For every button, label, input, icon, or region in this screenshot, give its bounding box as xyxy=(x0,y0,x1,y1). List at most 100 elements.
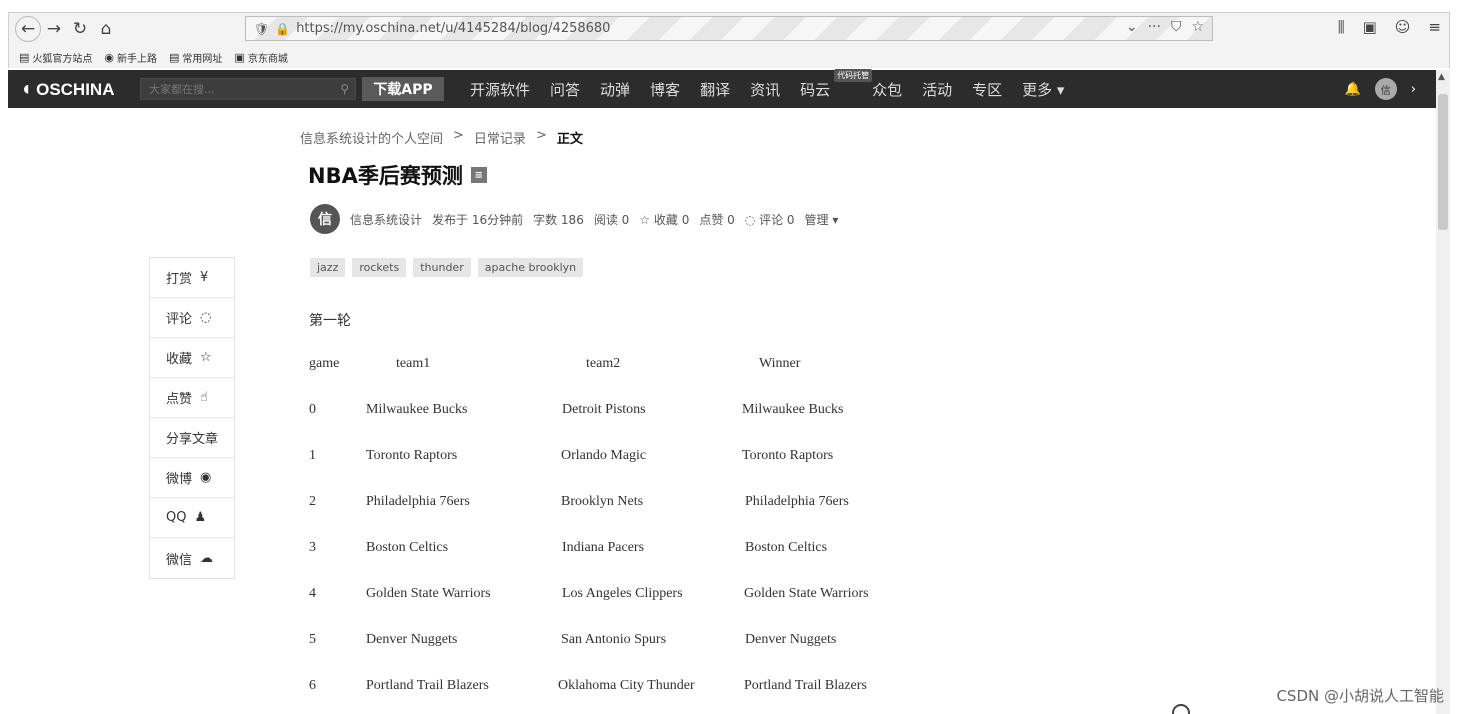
nav-item[interactable]: 资讯 xyxy=(750,79,780,100)
like-button[interactable]: 点赞 ☝ xyxy=(150,378,234,418)
main-nav: 开源软件 问答 动弹 博客 翻译 资讯 码云 代码托管 众包 活动 专区 更多 … xyxy=(470,68,1084,108)
oschina-logo[interactable]: ◖ OSCHINA xyxy=(20,78,115,101)
library-icon[interactable]: ⫼ xyxy=(1338,18,1345,36)
firefox-icon: ◉ xyxy=(104,50,115,64)
nav-item[interactable]: 博客 xyxy=(650,79,680,100)
logo-icon: ◖ xyxy=(20,78,33,100)
author-name[interactable]: 信息系统设计 xyxy=(350,211,422,228)
search-icon[interactable]: ⚲ xyxy=(340,82,349,96)
menu-icon[interactable]: ≡ xyxy=(1428,18,1441,36)
scroll-up-icon[interactable]: ▲ xyxy=(1438,72,1445,82)
yen-icon: ¥ xyxy=(200,270,209,285)
qq-share-button[interactable]: QQ ♟ xyxy=(150,498,234,538)
word-count: 字数 186 xyxy=(533,212,584,227)
tag[interactable]: jazz xyxy=(310,258,346,277)
pocket-icon[interactable]: ⛉ xyxy=(1171,19,1182,35)
thumbs-up-icon: ☝ xyxy=(200,390,208,405)
account-icon[interactable]: ☺ xyxy=(1395,18,1411,36)
tag[interactable]: rockets xyxy=(352,258,407,277)
header-right: 🔔 信 › xyxy=(1345,78,1416,100)
download-app-button[interactable]: 下载APP xyxy=(362,77,444,101)
cell-team2: San Antonio Spurs xyxy=(561,632,667,647)
page-scrollbar[interactable]: ▲ xyxy=(1436,70,1450,714)
cell-game: 5 xyxy=(309,632,316,647)
chevron-down-icon[interactable]: ⌄ xyxy=(1126,19,1138,35)
cell-team1: Denver Nuggets xyxy=(366,632,458,647)
scroll-thumb[interactable] xyxy=(1438,94,1448,230)
back-button[interactable]: ← xyxy=(15,16,41,42)
cell-game: 3 xyxy=(309,540,316,555)
nav-item[interactable]: 活动 xyxy=(922,79,952,100)
document-icon: ≡ xyxy=(470,167,487,183)
star-icon: ☆ xyxy=(200,350,212,365)
url-text: https://my.oschina.net/u/4145284/blog/42… xyxy=(296,21,611,36)
more-icon[interactable]: ··· xyxy=(1148,19,1161,35)
breadcrumb-separator: > xyxy=(453,128,464,143)
manage-dropdown[interactable]: 管理 ▾ xyxy=(805,211,839,228)
nav-badge: 代码托管 xyxy=(834,68,873,82)
table-row: 5 Denver Nuggets San Antonio Spurs Denve… xyxy=(309,632,949,652)
cell-game: 6 xyxy=(309,678,316,693)
cell-winner: Boston Celtics xyxy=(745,540,828,555)
lock-icon: 🔒 xyxy=(275,21,291,36)
article-meta: 信 信息系统设计 发布于 16分钟前 字数 186 阅读 0 ☆ 收藏 0 点赞… xyxy=(310,204,838,234)
sidebar-icon[interactable]: ▣ xyxy=(1363,18,1377,36)
cell-team1: Golden State Warriors xyxy=(366,586,491,601)
bookmark-item[interactable]: ▣ 京东商城 xyxy=(234,50,287,65)
search-input[interactable]: 大家都在搜... ⚲ xyxy=(140,78,356,100)
comment-icon: ◌ xyxy=(200,310,212,325)
comment-button[interactable]: 评论 ◌ xyxy=(150,298,234,338)
url-actions: ⌄ ··· ⛉ ☆ xyxy=(1126,19,1204,35)
comment-meta[interactable]: ◌ 评论 0 xyxy=(745,211,795,228)
favorite-button[interactable]: 收藏 ☆ xyxy=(150,338,234,378)
table-row: 0 Milwaukee Bucks Detroit Pistons Milwau… xyxy=(309,402,949,422)
cell-game: 4 xyxy=(309,586,316,601)
caret-right-icon[interactable]: › xyxy=(1411,82,1416,97)
cell-winner: Toronto Raptors xyxy=(742,448,834,463)
breadcrumb-current: 正文 xyxy=(556,132,583,147)
home-button[interactable]: ⌂ xyxy=(93,16,119,42)
nav-item[interactable]: 动弹 xyxy=(600,79,630,100)
breadcrumb-item[interactable]: 日常记录 xyxy=(474,128,526,147)
nav-item-more[interactable]: 更多 ▾ xyxy=(1022,79,1064,100)
tag[interactable]: apache brooklyn xyxy=(477,258,584,277)
forward-button[interactable]: → xyxy=(41,16,67,42)
tag[interactable]: thunder xyxy=(413,258,471,277)
nav-item-gitee[interactable]: 码云 代码托管 xyxy=(800,68,873,100)
browser-toolbar: ← → ↻ ⌂ 🛡 🔒 https://my.oschina.net/u/414… xyxy=(9,13,1449,45)
nav-item[interactable]: 众包 xyxy=(872,79,902,100)
weibo-share-button[interactable]: 微博 ◉ xyxy=(150,458,234,498)
table-row: 4 Golden State Warriors Los Angeles Clip… xyxy=(309,586,949,606)
table-row: 3 Boston Celtics Indiana Pacers Boston C… xyxy=(309,540,949,560)
like-count: 点赞 0 xyxy=(699,212,735,227)
avatar[interactable]: 信 xyxy=(1374,78,1397,100)
bookmark-item[interactable]: ▤ 常用网址 xyxy=(169,50,222,65)
watermark: CSDN @小胡说人工智能 xyxy=(1276,687,1444,705)
star-icon[interactable]: ☆ xyxy=(1191,19,1204,35)
share-article-button[interactable]: 分享文章 xyxy=(150,418,234,458)
cell-winner: Golden State Warriors xyxy=(744,586,869,601)
jd-icon: ▣ xyxy=(234,50,245,64)
share-sidebar: 打赏 ¥ 评论 ◌ 收藏 ☆ 点赞 ☝ 分享文章 微博 ◉ QQ ♟ 微信 ☁ xyxy=(149,257,235,579)
nav-item[interactable]: 翻译 xyxy=(700,79,730,100)
bookmark-item[interactable]: ▤ 火狐官方站点 xyxy=(19,50,92,65)
author-avatar[interactable]: 信 xyxy=(310,204,340,234)
wechat-share-button[interactable]: 微信 ☁ xyxy=(150,538,234,578)
nav-item[interactable]: 专区 xyxy=(972,79,1002,100)
reward-button[interactable]: 打赏 ¥ xyxy=(150,258,234,298)
table-row: 6 Portland Trail Blazers Oklahoma City T… xyxy=(309,678,949,698)
nav-item[interactable]: 问答 xyxy=(550,79,580,100)
publish-time: 发布于 16分钟前 xyxy=(432,212,524,227)
url-bar[interactable]: 🛡 🔒 https://my.oschina.net/u/4145284/blo… xyxy=(245,16,1213,41)
cell-team2: Orlando Magic xyxy=(561,448,647,463)
bell-icon[interactable]: 🔔 xyxy=(1345,82,1361,97)
favorite-meta[interactable]: ☆ 收藏 0 xyxy=(639,211,689,228)
reload-button[interactable]: ↻ xyxy=(67,16,93,42)
header-cell: Winner xyxy=(759,356,801,371)
folder-icon: ▤ xyxy=(169,50,180,64)
cell-team1: Toronto Raptors xyxy=(366,448,458,463)
breadcrumb-item[interactable]: 信息系统设计的个人空间 xyxy=(300,128,443,147)
breadcrumb: 信息系统设计的个人空间 > 日常记录 > 正文 xyxy=(300,128,583,147)
nav-item[interactable]: 开源软件 xyxy=(470,79,530,100)
bookmark-item[interactable]: ◉ 新手上路 xyxy=(104,50,157,65)
